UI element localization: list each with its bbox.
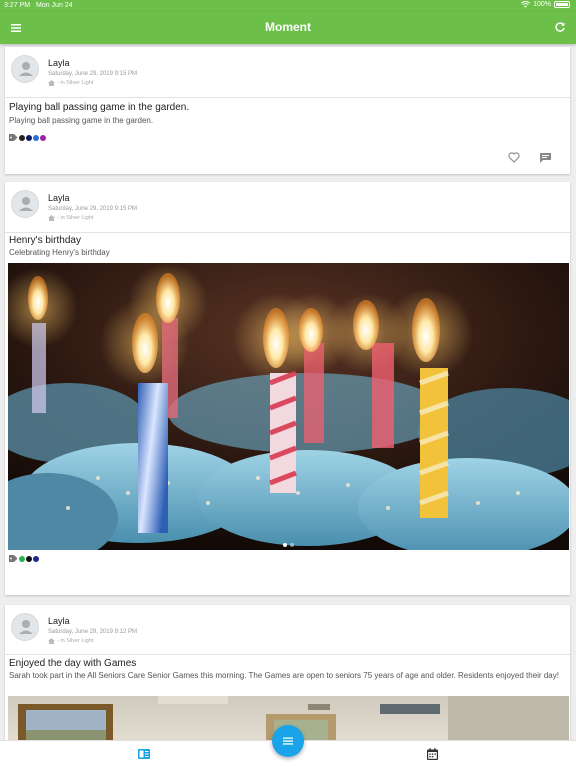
divider — [5, 97, 570, 98]
post-tags — [9, 134, 46, 141]
post-title: Henry's birthday — [9, 235, 81, 246]
post-title: Enjoyed the day with Games — [9, 658, 137, 669]
status-date: Mon Jun 24 — [36, 2, 73, 9]
tag-dot — [33, 555, 39, 562]
tag-dot — [26, 555, 32, 562]
tag-dot — [26, 134, 32, 141]
photo-page-indicator[interactable] — [8, 543, 569, 547]
divider — [5, 654, 570, 655]
post-timestamp: Saturday, June 29, 2019 9:15 PM — [48, 71, 137, 77]
post-card: Layla Saturday, June 29, 2019 9:12 PM - … — [5, 605, 570, 740]
post-body: Playing ball passing game in the garden. — [9, 116, 154, 125]
avatar[interactable] — [11, 55, 39, 83]
birthday-cupcake-candles-photo — [8, 263, 569, 550]
divider — [5, 232, 570, 233]
fab-menu-button[interactable] — [272, 725, 304, 757]
post-title: Playing ball passing game in the garden. — [9, 102, 190, 113]
moment-feed[interactable]: Layla Saturday, June 29, 2019 9:15 PM - … — [0, 44, 576, 740]
heart-outline-icon[interactable] — [508, 152, 520, 163]
user-placeholder-icon — [19, 620, 33, 634]
post-body: Celebrating Henry's birthday — [9, 248, 110, 257]
tag-icon — [9, 134, 18, 141]
tag-dot — [19, 555, 25, 562]
post-photo[interactable] — [8, 263, 569, 550]
post-location-text: - in Silver Light — [57, 215, 94, 221]
post-location-text: - in Silver Light — [57, 80, 94, 86]
post-timestamp: Saturday, June 29, 2019 9:12 PM — [48, 629, 137, 635]
home-icon — [48, 638, 55, 644]
photo-page-dot[interactable] — [283, 543, 287, 547]
post-author: Layla — [48, 616, 70, 626]
app-bar: Moment — [0, 12, 576, 44]
tag-icon — [9, 555, 18, 562]
battery-icon — [554, 1, 570, 8]
avatar[interactable] — [11, 190, 39, 218]
post-author: Layla — [48, 193, 70, 203]
user-placeholder-icon — [19, 62, 33, 76]
wifi-icon — [521, 1, 531, 8]
post-card: Layla Saturday, June 29, 2019 9:15 PM - … — [5, 182, 570, 632]
post-tags — [9, 555, 39, 562]
battery-percent: 100% — [533, 1, 551, 8]
post-location: - in Silver Light — [48, 80, 93, 86]
post-card: Layla Saturday, June 29, 2019 9:15 PM - … — [5, 47, 570, 174]
newsfeed-icon[interactable] — [138, 749, 150, 759]
home-icon — [48, 80, 55, 86]
refresh-icon[interactable] — [554, 21, 566, 33]
status-bar: 3:27 PM Mon Jun 24 100% — [0, 0, 576, 12]
post-location: - in Silver Light — [48, 215, 93, 221]
user-placeholder-icon — [19, 197, 33, 211]
status-right: 100% — [521, 1, 570, 8]
post-author: Layla — [48, 58, 70, 68]
status-time: 3:27 PM — [4, 2, 31, 9]
comment-icon[interactable] — [540, 153, 551, 163]
post-body: Sarah took part in the All Seniors Care … — [9, 671, 559, 680]
tag-dot — [19, 134, 25, 141]
photo-page-dot[interactable] — [290, 543, 294, 547]
tag-dot — [40, 134, 46, 141]
avatar[interactable] — [11, 613, 39, 641]
home-icon — [48, 215, 55, 221]
calendar-icon[interactable] — [427, 748, 438, 760]
page-title: Moment — [265, 20, 311, 34]
post-location-text: - in Silver Light — [57, 638, 94, 644]
post-timestamp: Saturday, June 29, 2019 9:15 PM — [48, 206, 137, 212]
post-location: - in Silver Light — [48, 638, 93, 644]
tag-dot — [33, 134, 39, 141]
menu-icon — [283, 737, 293, 745]
